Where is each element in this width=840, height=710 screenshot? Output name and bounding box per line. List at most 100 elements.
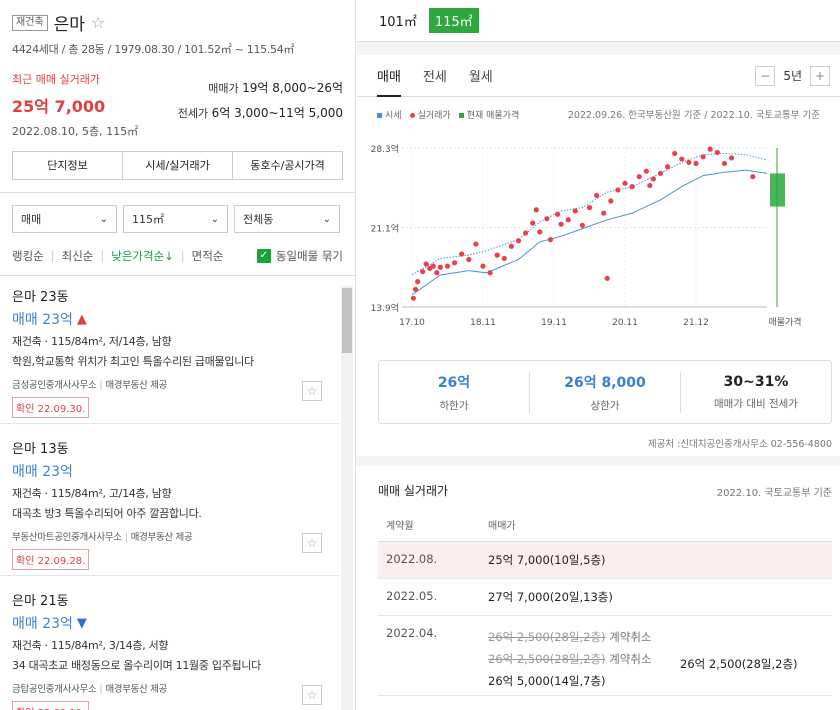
dong-select[interactable]: 전체동 ⌄ — [234, 205, 340, 233]
period-minus-button[interactable]: − — [755, 65, 776, 86]
deal-point — [643, 168, 649, 174]
band-upper-line — [411, 152, 768, 276]
listing-note: 대곡초 방3 특올수리되어 아주 깔끔합니다. — [12, 507, 202, 520]
listing-desc: 재건축 · 115/84m², 저/14층, 남향 — [12, 335, 172, 348]
deal-point — [444, 263, 451, 269]
row-month: 2022.08. — [386, 552, 438, 566]
favorite-star-icon[interactable]: ☆ — [302, 533, 322, 553]
listing-agency[interactable]: 부동산마트공인중개사사무소 — [12, 532, 122, 543]
deal-point — [523, 230, 529, 236]
deal-point — [586, 205, 593, 211]
arrow-up-icon: ▲ — [76, 311, 87, 327]
listing-name: 은마 21동 — [12, 594, 69, 609]
checkbox-checked-icon: ✓ — [256, 248, 271, 263]
table-row[interactable]: 2022.08. 25억 7,000(10일,5층) — [378, 542, 832, 579]
listing-desc: 재건축 · 115/84m², 고/14층, 남향 — [12, 487, 172, 500]
listing-note: 학원,학교통학 위치가 최고인 특올수리된 급매물입니다 — [12, 355, 254, 368]
tab-jeonse[interactable]: 전세 — [423, 54, 447, 97]
stat-ratio-label: 매매가 대비 전세가 — [714, 397, 798, 410]
listing-list: 은마 23동 매매 23억 ▲ 재건축 · 115/84m², 저/14층, 남향… — [0, 272, 340, 710]
sort-latest[interactable]: 최신순 — [62, 248, 94, 264]
table-row[interactable]: 2022.04. 26억 2,500(28일,2층) 계약취소 26억 2,50… — [378, 616, 832, 696]
x-tick-label: 17.10 — [399, 318, 425, 328]
row-month: 2022.04. — [386, 626, 438, 640]
row-price-side: 26억 2,500(28일,2층) — [680, 657, 798, 671]
deal-point — [473, 241, 479, 247]
recent-price: 25억 7,000 — [12, 97, 106, 116]
favorite-star-icon[interactable]: ☆ — [91, 13, 105, 32]
sort-low-price[interactable]: 낮은가격순↓ — [111, 248, 174, 264]
price-chart: 28.3억 21.1억 13.9억 17.10 18.11 19.11 20.11 21.12… — [367, 135, 837, 335]
tab-price[interactable]: 시세/실거래가 — [123, 152, 233, 179]
period-plus-button[interactable]: + — [810, 65, 830, 86]
deal-point — [608, 198, 614, 204]
confirm-badge: 확인 22.09.30. — [12, 397, 90, 418]
deal-point — [537, 229, 543, 235]
scrollbar-thumb[interactable] — [342, 288, 352, 353]
scrollbar[interactable] — [341, 286, 353, 710]
listing-desc: 재건축 · 115/84m², 3/14층, 서향 — [12, 639, 169, 652]
listing-agency[interactable]: 금성공인중개사사무소 — [12, 380, 97, 391]
table-header: 계약월 매매가 — [378, 508, 832, 542]
tab-complex-info[interactable]: 단지정보 — [13, 152, 123, 179]
dong-value: 전체동 — [243, 213, 274, 226]
tab-monthly[interactable]: 월세 — [469, 54, 493, 97]
deal-point — [579, 222, 585, 228]
trade-type-value: 매매 — [21, 213, 42, 226]
area-value: 115㎡ — [132, 213, 164, 226]
listing-price: 매매 23억 — [12, 616, 73, 632]
deal-point — [714, 149, 720, 156]
chevron-down-icon: ⌄ — [99, 213, 108, 225]
table-row[interactable]: 2022.05. 27억 7,000(20일,13층) — [378, 579, 832, 616]
size-tab-115[interactable]: 115㎡ — [428, 8, 479, 33]
tab-sale[interactable]: 매매 — [377, 54, 401, 97]
deal-point — [750, 174, 756, 180]
deal-point — [679, 156, 685, 162]
deal-point — [693, 160, 699, 167]
deal-point — [629, 184, 635, 190]
sort-area[interactable]: 면적순 — [192, 248, 224, 264]
complex-meta: 4424세대 / 총 28동 / 1979.08.30 / 101.52㎡ ~ … — [12, 43, 295, 56]
rebuild-tag: 재건축 — [12, 14, 48, 31]
provider-text: 제공처 :신대치공인중개사무소 02-556-4800 — [647, 439, 832, 450]
favorite-star-icon[interactable]: ☆ — [302, 685, 322, 705]
trade-type-select[interactable]: 매매 ⌄ — [12, 205, 117, 233]
listing-price: 매매 23억 — [12, 312, 73, 328]
deal-point — [494, 252, 500, 258]
chevron-down-icon: ⌄ — [210, 213, 219, 225]
deal-point — [665, 164, 671, 170]
deal-point — [650, 176, 656, 182]
tab-units[interactable]: 동호수/공시가격 — [233, 152, 342, 179]
deal-point — [622, 180, 628, 186]
y-tick-label: 13.9억 — [371, 302, 399, 314]
listing-agency[interactable]: 금탑공인중개사사무소 — [12, 684, 97, 695]
current-price-range — [770, 173, 785, 207]
deal-point — [604, 275, 610, 281]
jeonse-label: 전세가 — [177, 107, 209, 120]
deal-point — [700, 154, 706, 160]
sort-bar: 랭킹순 | 최신순 | 낮은가격순↓ | 면적순 ✓ 동일매물 묶기 — [0, 236, 355, 276]
deal-point — [558, 221, 564, 227]
listing-item[interactable]: 은마 21동 매매 23억 ▼ 재건축 · 115/84m², 3/14층, 서향… — [0, 576, 340, 710]
listing-item[interactable]: 은마 23동 매매 23억 ▲ 재건축 · 115/84m², 저/14층, 남향… — [0, 272, 340, 424]
favorite-star-icon[interactable]: ☆ — [302, 381, 322, 401]
deal-point — [565, 217, 571, 223]
area-select[interactable]: 115㎡ ⌄ — [123, 205, 228, 233]
confirm-badge: 확인 22.09.19. — [12, 701, 90, 710]
group-same-toggle[interactable]: ✓ 동일매물 묶기 — [256, 248, 343, 264]
jeonse-range: 6억 3,000~11억 5,000 — [211, 106, 343, 120]
listing-note: 34 대곡초교 배정동으로 올수리이며 11월중 입주됩니다 — [12, 659, 261, 672]
sort-ranking[interactable]: 랭킹순 — [12, 248, 44, 264]
deal-point — [437, 264, 443, 270]
chart-source: 2022.09.26. 한국부동산원 기준 / 2022.10. 국토교통부 기… — [567, 110, 820, 121]
deal-point — [530, 220, 536, 226]
listing-name: 은마 23동 — [12, 290, 69, 305]
deal-point — [501, 255, 507, 262]
listing-item[interactable]: 은마 13동 매매 23억 재건축 · 115/84m², 고/14층, 남향 … — [0, 424, 340, 576]
price-chart-svg: 28.3억 21.1억 13.9억17.10 18.11 19.11 20.11 21.12… — [371, 143, 802, 328]
size-tab-101[interactable]: 101㎡ — [379, 11, 417, 30]
recent-label: 최근 매매 실거래가 — [12, 73, 100, 86]
row-month: 2022.05. — [386, 589, 438, 603]
deal-point — [707, 146, 713, 152]
price-stats: 26억 하한가 26억 8,000 상한가 30~31% 매매가 대비 전세가 — [378, 360, 832, 424]
